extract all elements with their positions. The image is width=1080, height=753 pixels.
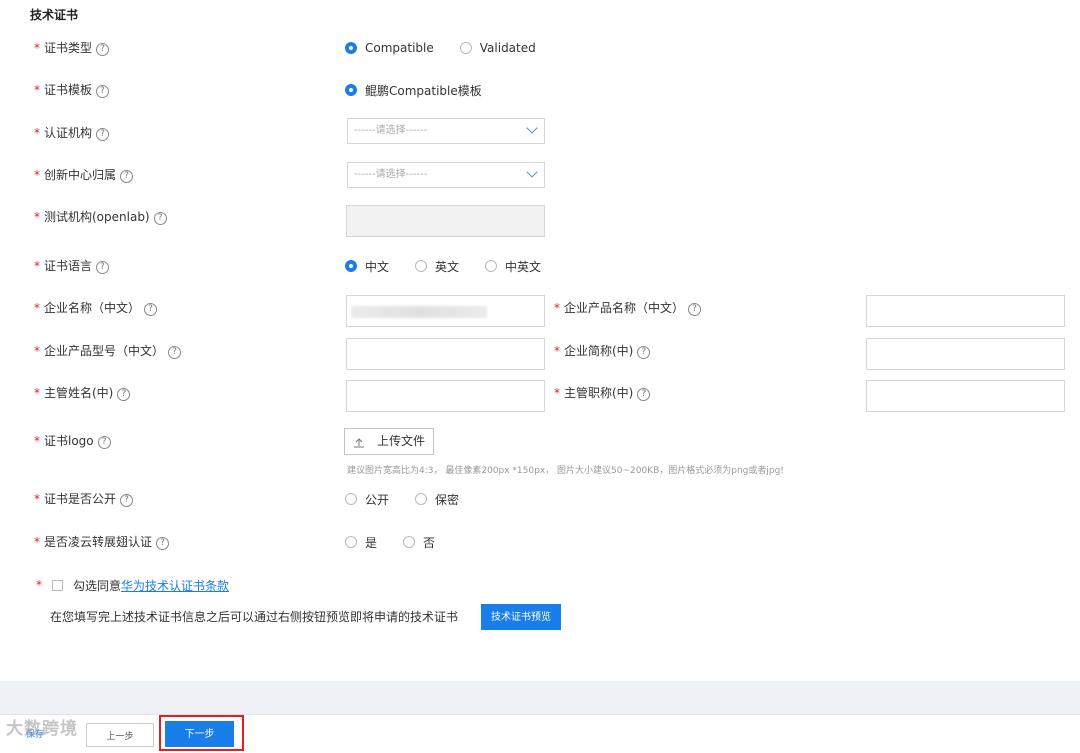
cert-template-label: * 证书模板? — [34, 74, 110, 106]
test-org-label: * 测试机构(openlab)? — [34, 201, 167, 233]
agreement-checkbox[interactable] — [52, 579, 63, 591]
help-icon[interactable]: ? — [688, 303, 702, 316]
help-icon[interactable]: ? — [117, 388, 131, 401]
cert-type-row: * 证书类型? Compatible Validated — [0, 32, 1080, 64]
cert-preview-button[interactable]: 技术证书预览 — [481, 604, 561, 630]
help-icon[interactable]: ? — [144, 303, 158, 316]
radio-yes[interactable]: 是 — [345, 534, 377, 551]
preview-note: 在您填写完上述技术证书信息之后可以通过右侧按钮预览即将申请的技术证书 — [50, 610, 459, 624]
help-icon[interactable]: ? — [156, 537, 170, 550]
innovation-center-row: * 创新中心归属? ------请选择------ — [0, 159, 1080, 191]
company-name-row: * 企业名称（中文）? * 企业产品名称（中文）? — [0, 292, 1080, 327]
content-bottom-band — [0, 681, 1080, 714]
manager-name-input[interactable] — [346, 380, 545, 412]
product-model-label: * 企业产品型号（中文）? — [34, 335, 182, 367]
help-icon[interactable]: ? — [97, 436, 111, 449]
company-short-label: * 企业简称(中)? — [554, 335, 651, 367]
redacted-value — [351, 306, 487, 318]
cert-type-label: * 证书类型? — [34, 32, 110, 64]
radio-kunpeng-template[interactable]: 鲲鹏Compatible模板 — [345, 82, 482, 99]
manager-title-input[interactable] — [866, 380, 1065, 412]
auth-org-select[interactable]: ------请选择------ — [347, 118, 545, 144]
lingyun-row: * 是否凌云转展翅认证? 是 否 — [0, 526, 1080, 558]
manager-row: * 主管姓名(中)? * 主管职称(中)? — [0, 377, 1080, 412]
cert-language-row: * 证书语言? 中文 英文 中英文 — [0, 250, 1080, 282]
help-icon[interactable]: ? — [120, 494, 134, 507]
prev-step-button[interactable]: 上一步 — [86, 723, 154, 747]
agreement-link[interactable]: 华为技术认证书条款 — [121, 577, 229, 594]
help-icon[interactable]: ? — [153, 212, 167, 225]
auth-org-label: * 认证机构? — [34, 117, 110, 149]
help-icon[interactable]: ? — [168, 346, 182, 359]
manager-title-label: * 主管职称(中)? — [554, 377, 651, 409]
agreement-row: * 勾选同意 华为技术认证书条款 — [36, 577, 230, 594]
cert-logo-label: * 证书logo? — [34, 425, 111, 457]
chevron-down-icon — [526, 122, 538, 134]
help-icon[interactable]: ? — [96, 261, 110, 274]
radio-validated[interactable]: Validated — [459, 41, 536, 55]
next-step-button[interactable]: 下一步 — [165, 721, 234, 747]
help-icon[interactable]: ? — [96, 43, 110, 56]
help-icon[interactable]: ? — [96, 85, 110, 98]
help-icon[interactable]: ? — [637, 346, 651, 359]
radio-compatible[interactable]: Compatible — [345, 41, 434, 55]
cert-language-label: * 证书语言? — [34, 250, 110, 282]
upload-file-button[interactable]: 上传文件 — [344, 428, 434, 455]
radio-confidential[interactable]: 保密 — [415, 491, 459, 508]
product-name-label: * 企业产品名称（中文）? — [554, 292, 702, 324]
upload-icon — [353, 433, 365, 458]
radio-no[interactable]: 否 — [403, 534, 435, 551]
innovation-center-select[interactable]: ------请选择------ — [347, 162, 545, 188]
watermark: 大数跨境 — [6, 719, 78, 739]
company-name-input[interactable] — [346, 295, 545, 327]
innovation-center-label: * 创新中心归属? — [34, 159, 134, 191]
product-name-input[interactable] — [866, 295, 1065, 327]
manager-name-label: * 主管姓名(中)? — [34, 377, 131, 409]
section-title: 技术证书 — [30, 8, 79, 22]
radio-lang-chinese[interactable]: 中文 — [345, 258, 389, 275]
radio-lang-english[interactable]: 英文 — [415, 258, 459, 275]
chevron-down-icon — [526, 166, 538, 178]
radio-public[interactable]: 公开 — [345, 491, 389, 508]
test-org-input — [346, 205, 545, 237]
help-icon[interactable]: ? — [120, 170, 134, 183]
cert-logo-row: * 证书logo? — [0, 425, 1080, 457]
lingyun-label: * 是否凌云转展翅认证? — [34, 526, 170, 558]
help-icon[interactable]: ? — [637, 388, 651, 401]
product-model-row: * 企业产品型号（中文）? * 企业简称(中)? — [0, 335, 1080, 370]
help-icon[interactable]: ? — [96, 128, 110, 141]
cert-template-row: * 证书模板? 鲲鹏Compatible模板 — [0, 74, 1080, 106]
cert-public-label: * 证书是否公开? — [34, 483, 134, 515]
radio-lang-bilingual[interactable]: 中英文 — [485, 258, 541, 275]
company-name-label: * 企业名称（中文）? — [34, 292, 158, 324]
logo-hint: 建议图片宽高比为4:3， 最佳像素200px *150px， 图片大小建议50~… — [347, 466, 784, 476]
cert-public-row: * 证书是否公开? 公开 保密 — [0, 483, 1080, 515]
auth-org-row: * 认证机构? ------请选择------ — [0, 117, 1080, 149]
company-short-input[interactable] — [866, 338, 1065, 370]
product-model-input[interactable] — [346, 338, 545, 370]
test-org-row: * 测试机构(openlab)? — [0, 201, 1080, 237]
